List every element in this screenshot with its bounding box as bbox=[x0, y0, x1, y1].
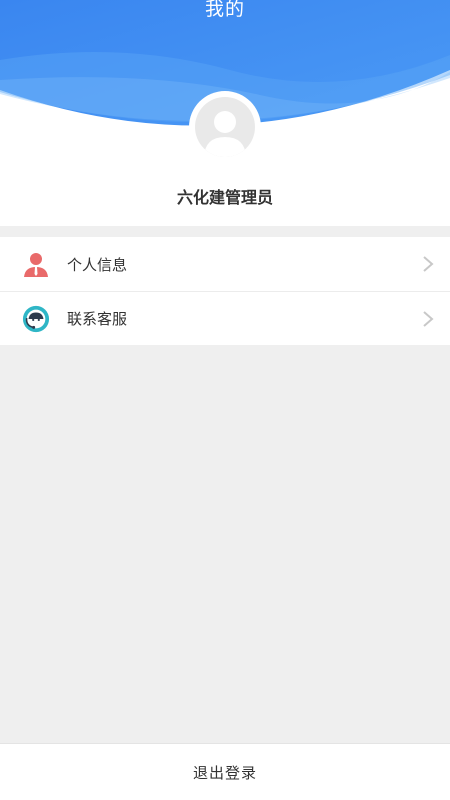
menu-item-personal-info[interactable]: 个人信息 bbox=[0, 237, 450, 291]
profile-header: 我的 六化建管理员 bbox=[0, 0, 450, 226]
page-title: 我的 bbox=[204, 0, 245, 20]
user-name: 六化建管理员 bbox=[176, 188, 273, 207]
chevron-right-icon bbox=[423, 256, 434, 272]
customer-service-icon bbox=[22, 305, 50, 333]
menu-list: 个人信息 联系客服 bbox=[0, 237, 450, 345]
default-user-avatar-icon bbox=[195, 97, 255, 157]
logout-button[interactable]: 退出登录 bbox=[0, 743, 450, 800]
menu-item-label: 联系客服 bbox=[67, 310, 128, 328]
user-profile-icon bbox=[22, 250, 50, 278]
menu-item-customer-service[interactable]: 联系客服 bbox=[0, 291, 450, 345]
avatar[interactable] bbox=[189, 91, 261, 163]
chevron-right-icon bbox=[423, 310, 434, 327]
menu-item-label: 个人信息 bbox=[67, 255, 128, 274]
profile-screen: 我的 六化建管理员 个人信息 联系客服 退出登录 bbox=[0, 0, 450, 800]
